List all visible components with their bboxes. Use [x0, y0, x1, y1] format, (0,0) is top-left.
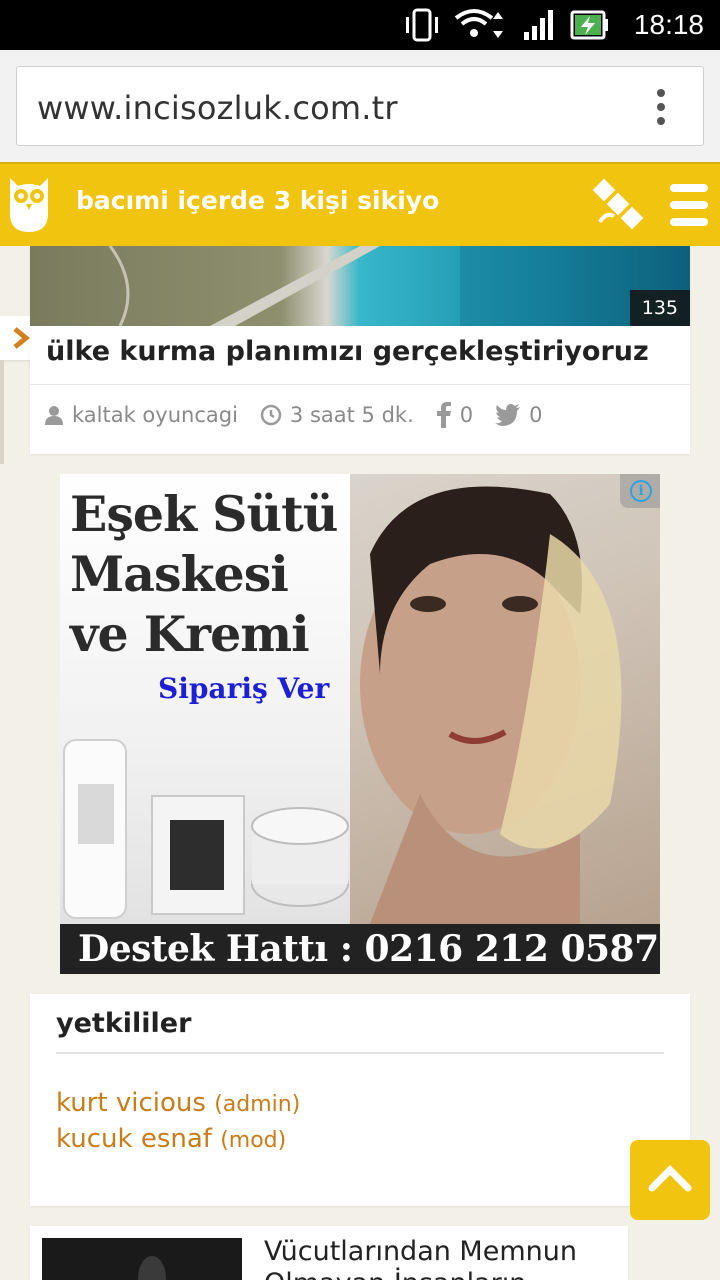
facebook-count: 0	[459, 403, 474, 427]
info-glyph: i	[630, 480, 652, 502]
page-title[interactable]: bacımi içerde 3 kişi sikiyo	[76, 186, 439, 215]
overflow-menu-icon[interactable]	[641, 87, 681, 127]
ad-headline-line: ve Kremi	[70, 605, 310, 663]
scroll-to-top-button[interactable]	[630, 1140, 710, 1220]
related-article-card[interactable]: Vücutlarından Memnun Olmayan İnsanların	[30, 1226, 628, 1280]
owl-logo-icon[interactable]	[6, 174, 52, 238]
ad-headline-line: Eşek Sütü	[70, 485, 338, 543]
browser-toolbar: www.incisozluk.com.tr	[0, 50, 720, 162]
site-header: bacımi içerde 3 kişi sikiyo	[0, 162, 720, 246]
ad-headline: Eşek Sütü Maskesi ve Kremi	[70, 484, 338, 664]
ad-headline-line: Maskesi	[70, 545, 289, 603]
status-bar: 18:18	[0, 0, 720, 50]
article-meta: kaltak oyuncagi 3 saat 5 dk. 0 0	[44, 402, 565, 428]
divider	[56, 1052, 664, 1054]
authorities-title: yetkililer	[56, 1008, 192, 1039]
authority-role: (admin)	[214, 1092, 301, 1117]
facebook-icon	[436, 402, 451, 428]
signal-icon	[524, 10, 553, 40]
twitter-count: 0	[529, 403, 543, 427]
authority-item[interactable]: kurt vicious (admin)	[56, 1088, 300, 1118]
battery-charging-icon	[570, 10, 608, 40]
ad-photo[interactable]	[350, 474, 660, 924]
user-icon	[45, 406, 63, 425]
post-time: 3 saat 5 dk.	[289, 403, 414, 427]
authority-name[interactable]: kucuk esnaf	[56, 1124, 212, 1154]
authority-role: (mod)	[220, 1128, 287, 1153]
related-title[interactable]: Vücutlarından Memnun Olmayan İnsanların	[264, 1236, 614, 1280]
wifi-icon	[454, 9, 503, 38]
authorities-card: yetkililer kurt vicious (admin) kucuk es…	[30, 994, 690, 1206]
view-count-badge: 135	[629, 290, 690, 326]
url-text[interactable]: www.incisozluk.com.tr	[37, 89, 398, 127]
hamburger-menu-icon[interactable]	[670, 184, 708, 226]
chevron-right-icon	[13, 327, 30, 349]
ad-info-icon[interactable]: i	[620, 474, 660, 508]
article-image[interactable]: 135	[30, 246, 690, 326]
status-time: 18:18	[633, 9, 704, 40]
author-meta[interactable]: kaltak oyuncagi	[44, 403, 238, 427]
advertisement[interactable]: Eşek Sütü Maskesi ve Kremi Sipariş Ver i	[60, 474, 660, 974]
twitter-share[interactable]: 0	[495, 403, 543, 427]
url-bar[interactable]: www.incisozluk.com.tr	[16, 66, 704, 146]
satellite-icon[interactable]	[592, 178, 646, 232]
authority-name[interactable]: kurt vicious	[56, 1088, 206, 1118]
product-image	[63, 739, 349, 919]
time-meta: 3 saat 5 dk.	[260, 403, 414, 427]
ad-cta[interactable]: Sipariş Ver	[158, 672, 329, 705]
ad-text-panel[interactable]: Eşek Sütü Maskesi ve Kremi Sipariş Ver	[60, 474, 350, 924]
sidebar-edge	[0, 360, 4, 464]
facebook-share[interactable]: 0	[436, 402, 473, 428]
ad-support-line[interactable]: Destek Hattı : 0216 212 0587	[60, 924, 660, 974]
related-thumbnail[interactable]	[42, 1238, 242, 1280]
status-icons	[404, 8, 610, 42]
author-name[interactable]: kaltak oyuncagi	[72, 403, 238, 427]
twitter-icon	[495, 404, 521, 426]
authority-item[interactable]: kucuk esnaf (mod)	[56, 1124, 286, 1154]
divider	[30, 384, 690, 385]
article-title[interactable]: ülke kurma planımızı gerçekleştiriyoruz	[46, 336, 649, 367]
chevron-up-icon	[648, 1165, 692, 1192]
clock-icon	[260, 404, 282, 426]
article-card[interactable]: 135 ülke kurma planımızı gerçekleştiriyo…	[30, 246, 690, 454]
vibrate-icon	[406, 8, 438, 42]
